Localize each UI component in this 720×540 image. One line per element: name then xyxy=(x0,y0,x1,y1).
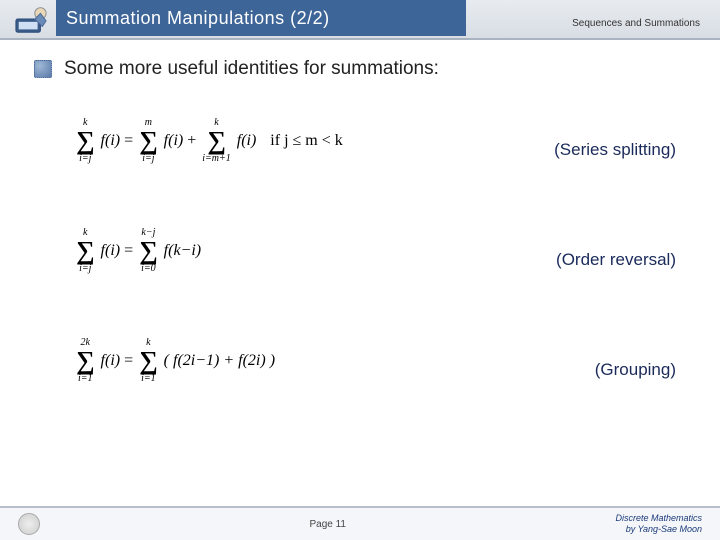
equation: k∑i=j f(i) = m∑i=j f(i) + k∑i=m+1 f(i) i… xyxy=(74,118,343,164)
title-block: Summation Manipulations (2/2) xyxy=(56,0,466,36)
section-subtitle: Sequences and Summations xyxy=(572,18,700,29)
footer: Page 11 Discrete Mathematics by Yang-Sae… xyxy=(0,506,720,540)
page-number: Page 11 xyxy=(309,519,346,530)
main-content: Some more useful identities for summatio… xyxy=(0,58,720,434)
bullet-row: Some more useful identities for summatio… xyxy=(34,58,686,80)
course-name: Discrete Mathematics xyxy=(615,513,702,524)
identity-label: (Series splitting) xyxy=(554,140,676,160)
identity-reversal: k∑i=j f(i) = k−j∑i=0 f(k−i) (Order rever… xyxy=(74,214,686,314)
footer-credits: Discrete Mathematics by Yang-Sae Moon xyxy=(615,513,702,535)
identity-grouping: 2k∑i=1 f(i) = k∑i=1 ( f(2i−1) + f(2i) ) … xyxy=(74,324,686,424)
equation: 2k∑i=1 f(i) = k∑i=1 ( f(2i−1) + f(2i) ) xyxy=(74,338,275,384)
identity-label: (Order reversal) xyxy=(556,250,676,270)
identity-splitting: k∑i=j f(i) = m∑i=j f(i) + k∑i=m+1 f(i) i… xyxy=(74,104,686,204)
equation: k∑i=j f(i) = k−j∑i=0 f(k−i) xyxy=(74,228,201,274)
author-name: by Yang-Sae Moon xyxy=(615,524,702,535)
footer-logo xyxy=(18,513,40,535)
identity-label: (Grouping) xyxy=(595,360,676,380)
bullet-text: Some more useful identities for summatio… xyxy=(64,58,439,80)
page-title: Summation Manipulations (2/2) xyxy=(66,8,330,29)
header-icon xyxy=(12,2,50,36)
bullet-icon xyxy=(34,60,52,78)
